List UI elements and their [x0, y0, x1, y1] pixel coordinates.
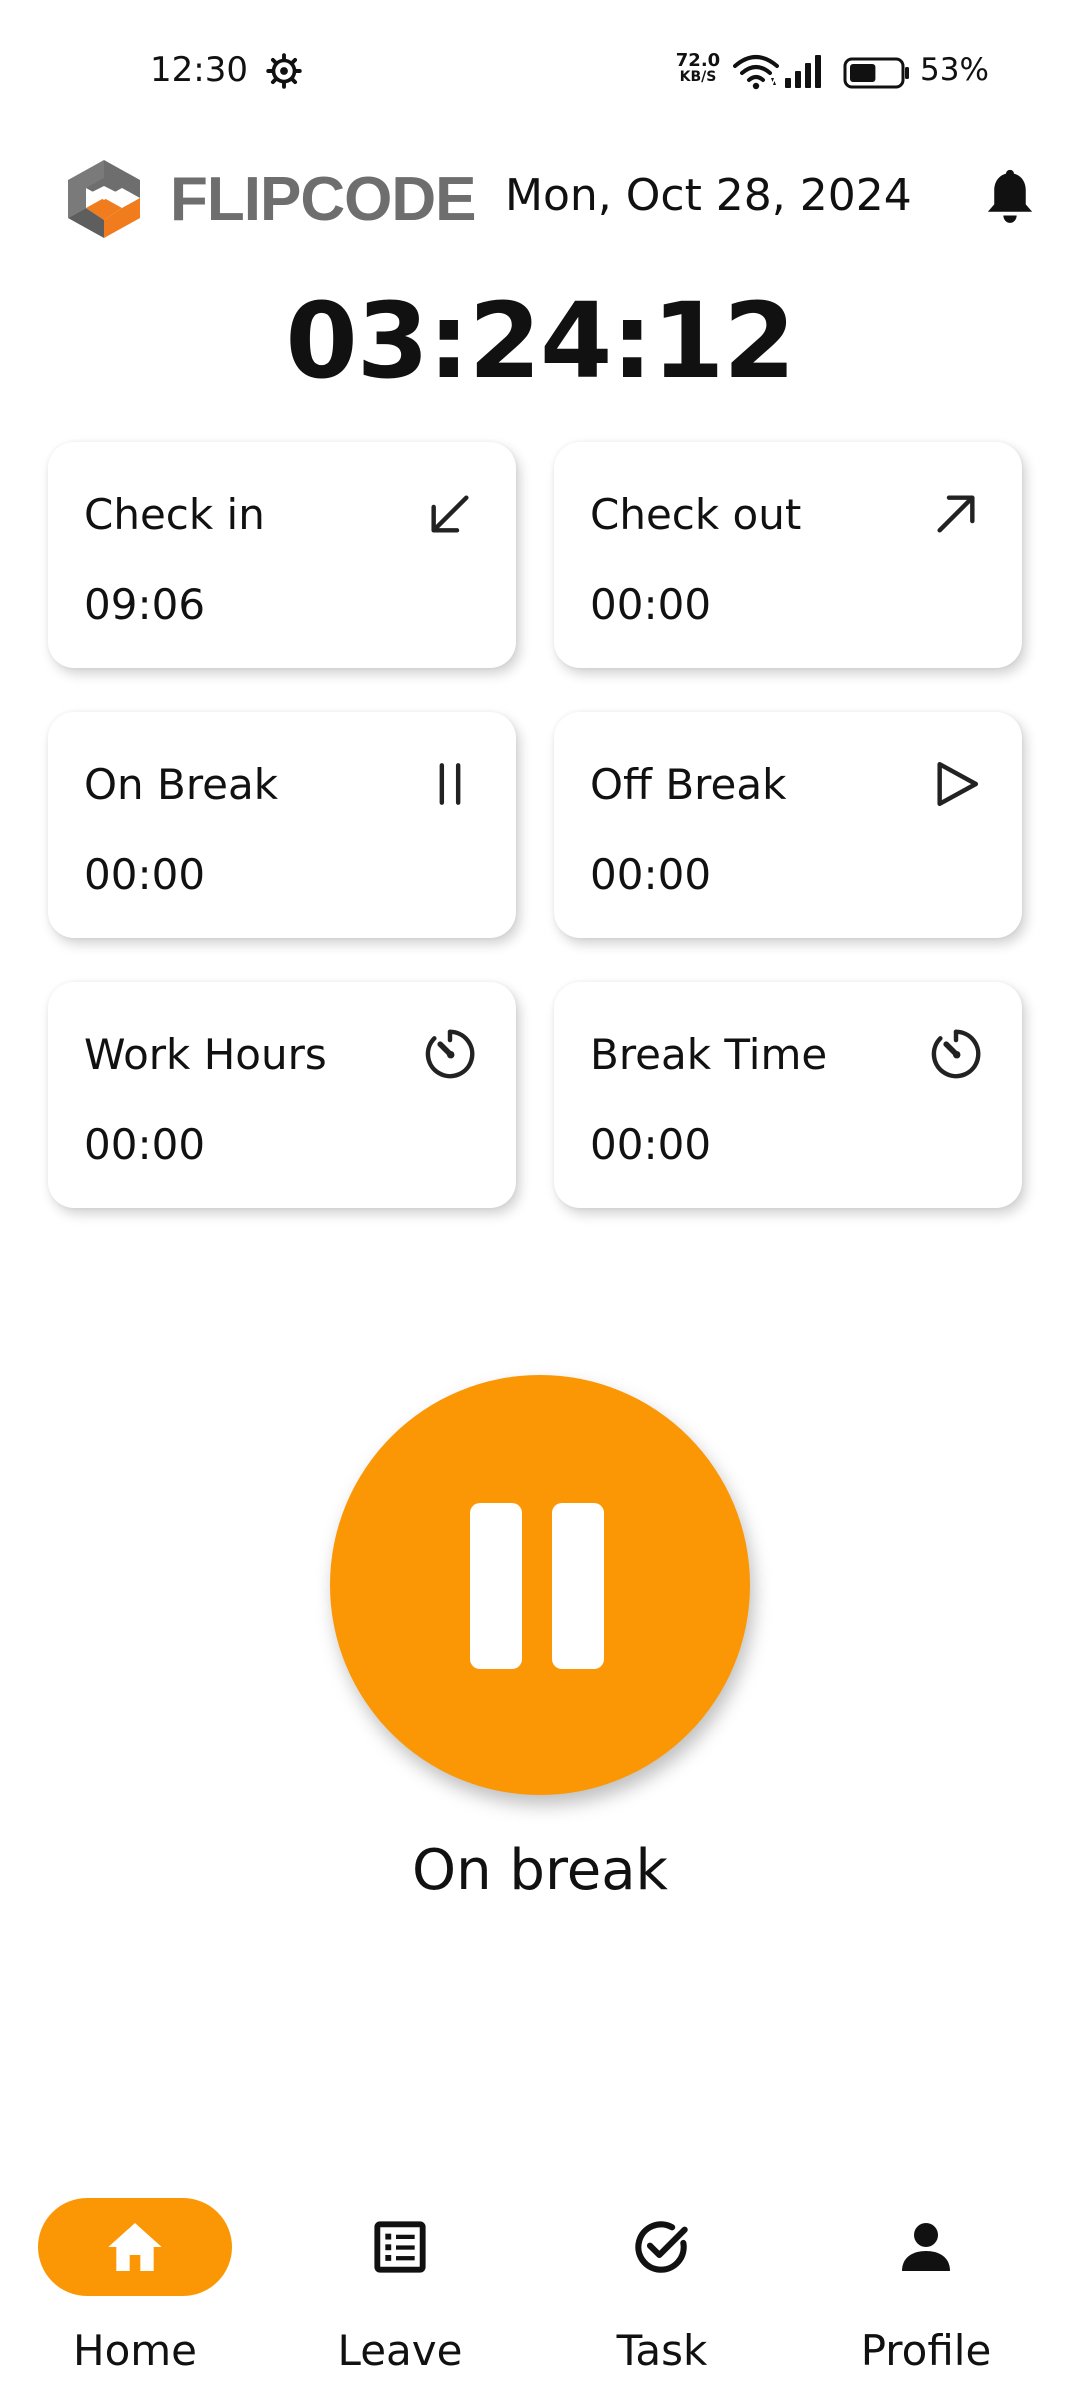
break-status-text: On break [412, 1838, 668, 1903]
network-speed-unit: KB/S [679, 69, 717, 85]
card-value: 00:00 [590, 580, 712, 629]
break-time-card[interactable]: Break Time 00:00 [554, 982, 1022, 1208]
nav-item-task[interactable]: Task [528, 2180, 728, 2380]
off-break-card[interactable]: Off Break 00:00 [554, 712, 1022, 938]
pause-bar-left [470, 1503, 522, 1669]
card-value: 00:00 [84, 850, 206, 899]
timer-icon [931, 1029, 981, 1079]
bottom-navigation: Home Leave Task Profile [0, 2180, 1080, 2400]
battery-icon [843, 57, 909, 89]
card-value: 00:00 [84, 1120, 206, 1169]
card-label: Check in [84, 490, 265, 539]
check-in-card[interactable]: Check in 09:06 [48, 442, 516, 668]
bell-icon[interactable] [980, 165, 1040, 229]
card-value: 09:06 [84, 580, 206, 629]
card-value: 00:00 [590, 1120, 712, 1169]
attendance-home-screen: 12:30 72.0 KB/S 53% FLIPCODE Mon, Oct 28… [0, 0, 1080, 2400]
nav-label: Leave [337, 2326, 463, 2375]
brand-name: FLIPCODE [170, 165, 476, 234]
gear-icon [266, 53, 302, 89]
nav-item-home[interactable]: Home [0, 2180, 232, 2380]
list-icon [374, 2221, 426, 2273]
card-value: 00:00 [590, 850, 712, 899]
status-bar: 12:30 72.0 KB/S 53% [0, 0, 1080, 140]
check-circle-icon [635, 2221, 688, 2273]
break-toggle-button[interactable] [330, 1375, 750, 1795]
nav-label: Home [72, 2326, 198, 2375]
play-icon [937, 761, 979, 807]
flipcode-logo [68, 160, 140, 238]
header-date: Mon, Oct 28, 2024 [505, 170, 912, 221]
work-hours-card[interactable]: Work Hours 00:00 [48, 982, 516, 1208]
nav-item-leave[interactable]: Leave [264, 2180, 464, 2380]
arrow-down-left-icon [431, 495, 469, 533]
status-time: 12:30 [150, 50, 248, 90]
nav-label: Profile [860, 2326, 992, 2375]
card-label: Break Time [590, 1030, 828, 1079]
wifi-icon [733, 55, 779, 90]
arrow-up-right-icon [937, 495, 975, 533]
elapsed-timer: 03:24:12 [285, 280, 795, 402]
timer-icon [425, 1029, 475, 1079]
card-label: Work Hours [84, 1030, 327, 1079]
pause-icon [439, 763, 461, 805]
network-speed-value: 72.0 [675, 50, 721, 71]
battery-percent: 53% [920, 52, 989, 88]
network-speed: 72.0 KB/S [668, 50, 728, 85]
home-icon [108, 2223, 162, 2271]
app-header: FLIPCODE Mon, Oct 28, 2024 [0, 140, 1080, 260]
person-icon [902, 2223, 950, 2271]
check-out-card[interactable]: Check out 00:00 [554, 442, 1022, 668]
signal-icon [785, 55, 821, 88]
card-label: Off Break [590, 760, 787, 809]
nav-item-profile[interactable]: Profile [792, 2180, 992, 2380]
pause-bar-right [552, 1503, 604, 1669]
card-label: On Break [84, 760, 279, 809]
nav-label: Task [616, 2326, 708, 2375]
card-label: Check out [590, 490, 802, 539]
on-break-card[interactable]: On Break 00:00 [48, 712, 516, 938]
